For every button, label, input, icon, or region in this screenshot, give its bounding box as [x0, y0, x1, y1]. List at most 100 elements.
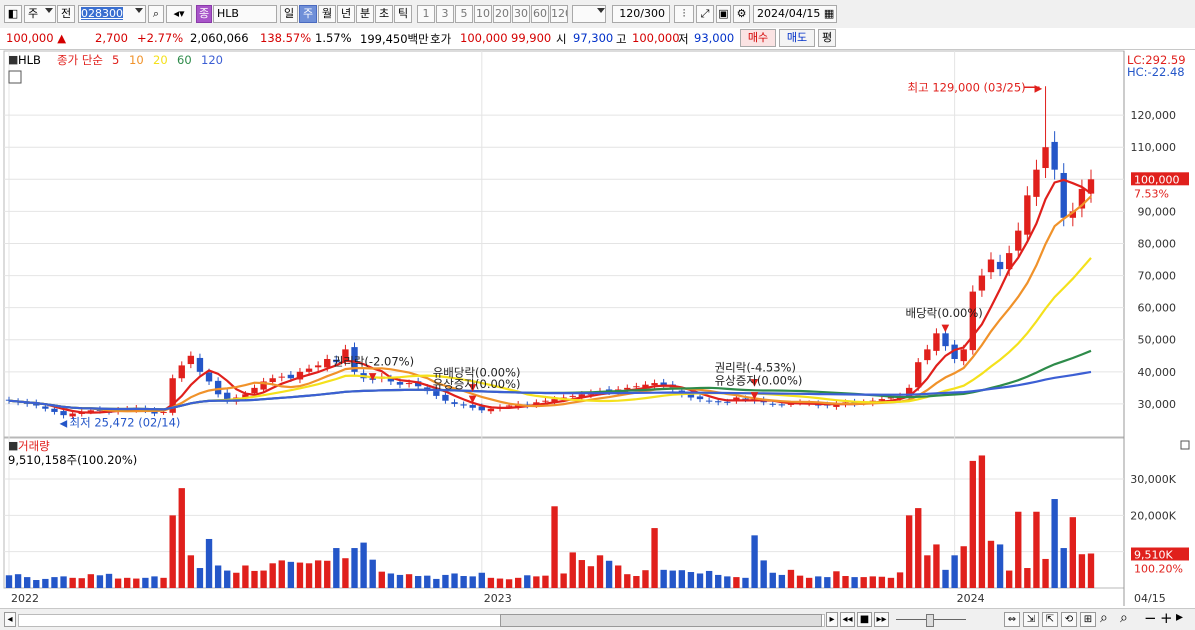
current-pct-label: 7.53%	[1134, 187, 1169, 200]
volume-bar	[42, 578, 49, 588]
scroll-end-icon[interactable]: ▸	[1176, 609, 1183, 625]
zoom-out-icon[interactable]: −	[1144, 609, 1157, 627]
interval-60[interactable]: 60	[531, 5, 549, 23]
interval-10[interactable]: 10	[474, 5, 492, 23]
volume-bar	[478, 572, 485, 588]
candle-body	[214, 380, 222, 395]
fast-forward-icon[interactable]: ▸▸	[874, 612, 889, 627]
search-icon[interactable]: ⌕	[148, 5, 164, 23]
scroll-left-icon[interactable]: ◂	[4, 612, 16, 627]
volume-bar	[933, 544, 940, 588]
volume-bar	[787, 569, 795, 588]
interval-1[interactable]: 1	[417, 5, 435, 23]
volume-bar	[978, 455, 986, 588]
candle-body	[1042, 147, 1049, 169]
volume-bar	[60, 576, 67, 588]
candle-body	[314, 365, 322, 368]
stock-chart[interactable]: 30,000 40,000 50,000 60,000 70,000 80,000 90,0…	[0, 50, 1195, 608]
volume-bar	[33, 580, 40, 588]
high-price: 100,000	[632, 31, 680, 45]
candle-body	[205, 372, 213, 382]
quote-bar: 100,000 ▲ 2,700 +2.77% 2,060,066 138.57%…	[0, 28, 1195, 50]
restore-icon[interactable]: ⟲	[1061, 612, 1077, 627]
tab-period-4[interactable]: 분	[356, 5, 374, 23]
tab-period-0[interactable]: 일	[280, 5, 298, 23]
interval-5[interactable]: 5	[455, 5, 473, 23]
volume-bar	[78, 578, 85, 588]
volume-bar	[469, 576, 476, 588]
volume-bar	[715, 574, 722, 588]
zoom-slider-handle[interactable]	[926, 614, 934, 627]
stop-icon[interactable]: ■	[857, 612, 872, 627]
candle-body	[433, 391, 440, 396]
gear-icon[interactable]: ⚙	[733, 5, 750, 23]
eval-button[interactable]: 평	[818, 29, 836, 47]
sell-button[interactable]: 매도	[779, 29, 815, 47]
volume-bar	[142, 577, 149, 588]
event-annotation: 권리락(-4.53%)	[715, 360, 796, 374]
high-label: 고	[616, 32, 627, 46]
zoom-in-search-icon[interactable]: ⌕	[1120, 610, 1128, 626]
speaker-icon[interactable]: ◂▾	[166, 5, 192, 23]
volume-bar	[896, 572, 904, 588]
zoom-out-search-icon[interactable]: ⌕	[1100, 610, 1108, 626]
prev-button[interactable]: 전	[57, 5, 75, 23]
interval-3[interactable]: 3	[436, 5, 454, 23]
scroll-thumb[interactable]	[500, 614, 822, 627]
y-tick-label: 50,000	[1138, 334, 1177, 347]
save-icon[interactable]: ▣	[716, 5, 731, 23]
candle-body	[396, 382, 404, 385]
interval-30[interactable]: 30	[512, 5, 530, 23]
volume-bar	[615, 565, 622, 588]
volume-bar	[842, 576, 849, 588]
volume-bar	[124, 577, 131, 588]
scroll-right-icon[interactable]: ▸	[826, 612, 838, 627]
count-field[interactable]: 120/300	[612, 5, 670, 23]
zoom-in-icon[interactable]: +	[1160, 609, 1173, 627]
table-icon	[8, 70, 22, 84]
volume-square-icon: ■	[8, 439, 18, 452]
volume-bar	[451, 573, 458, 588]
event-annotation: 유상증자(0.00%)	[715, 374, 803, 388]
fit-icon[interactable]: ⇔	[1004, 612, 1020, 627]
interval-20[interactable]: 20	[493, 5, 511, 23]
interval-120[interactable]: 120	[550, 5, 568, 23]
volume-bar	[387, 573, 395, 588]
volume-bar	[724, 576, 731, 588]
candle-body	[1015, 230, 1022, 251]
calendar-icon[interactable]: ▦	[824, 7, 834, 20]
volume-bar	[342, 558, 349, 588]
compress-icon[interactable]: ⇱	[1042, 612, 1058, 627]
chart-scrollbar[interactable]: ◂ ▸ ◂◂ ■ ▸▸ ⇔ ⇲ ⇱ ⟲ ⊞ ⌕ ⌕ − + ▸	[0, 608, 1195, 630]
current-price-label: 100,000	[1134, 173, 1180, 186]
candle-body	[505, 405, 513, 407]
candle-body	[715, 401, 722, 403]
tab-period-6[interactable]: 틱	[394, 5, 412, 23]
x-tick-label: 2023	[484, 592, 512, 605]
compare-icon[interactable]: ⤢	[696, 5, 714, 23]
rewind-icon[interactable]: ◂◂	[840, 612, 855, 627]
candle-body	[996, 261, 1004, 270]
expand-icon[interactable]: ⇲	[1023, 612, 1039, 627]
volume-bar	[578, 560, 586, 588]
chevron-down-icon	[45, 8, 53, 13]
buy-button[interactable]: 매수	[740, 29, 776, 47]
tab-period-3[interactable]: 년	[337, 5, 355, 23]
split-icon[interactable]: ⊞	[1080, 612, 1096, 627]
back-icon[interactable]: ◧	[4, 5, 22, 23]
volume-bar	[705, 570, 713, 588]
volume-tick-label: 30,000K	[1130, 473, 1176, 486]
date-field[interactable]: 2024/04/15 ▦	[753, 5, 837, 23]
tab-period-2[interactable]: 월	[318, 5, 336, 23]
bid-label: 호가	[430, 32, 452, 46]
candle-body	[978, 275, 986, 291]
stock-name-field[interactable]: HLB	[213, 5, 277, 23]
open-price: 97,300	[573, 31, 614, 45]
candle-type-icon[interactable]: ⫶	[674, 5, 694, 23]
volume-current-pct: 100.20%	[1134, 563, 1183, 576]
volume-bar	[887, 577, 895, 588]
volume-bar	[624, 574, 631, 588]
candle-body	[1024, 195, 1031, 235]
tab-period-5[interactable]: 초	[375, 5, 393, 23]
tab-period-1[interactable]: 주	[299, 5, 317, 23]
